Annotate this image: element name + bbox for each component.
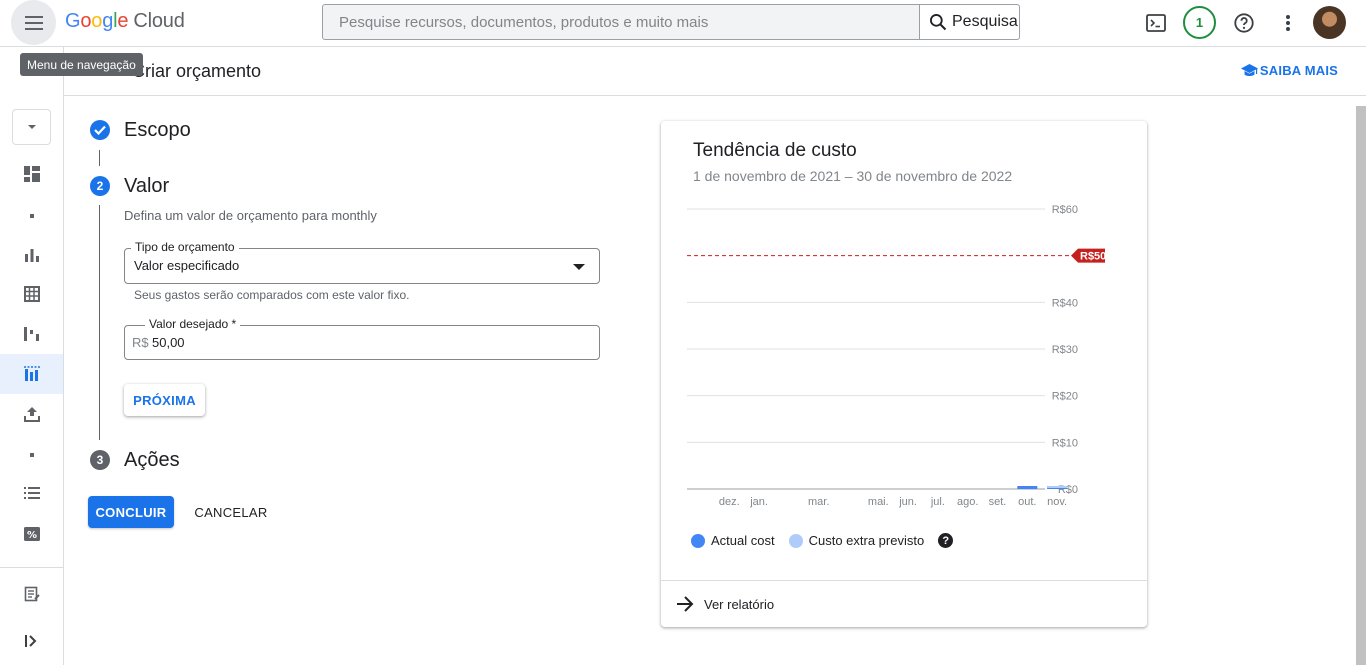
step-completed-check-icon <box>90 120 110 140</box>
discount-icon[interactable]: % <box>18 520 46 548</box>
dot-icon[interactable] <box>18 441 46 469</box>
search-input[interactable] <box>323 5 919 39</box>
left-rail: % <box>0 47 64 665</box>
budget-type-value: Valor especificado <box>134 258 240 273</box>
legend-actual[interactable]: Actual cost <box>691 533 775 548</box>
target-amount-value[interactable]: 50,00 <box>152 335 185 350</box>
svg-text:%: % <box>27 530 37 541</box>
budget-line-label: R$50 <box>1080 251 1106 263</box>
search-icon <box>930 14 947 31</box>
finish-button[interactable]: CONCLUIR <box>88 496 174 528</box>
view-report-link[interactable]: Ver relatório <box>661 580 1147 627</box>
dot-icon[interactable] <box>18 202 46 230</box>
currency-prefix: R$ <box>132 335 149 350</box>
search-button-label: Pesquisa <box>952 13 1018 30</box>
avatar[interactable] <box>1313 6 1346 39</box>
legend-forecast-label: Custo extra previsto <box>808 533 925 548</box>
budget-type-label: Tipo de orçamento <box>131 240 239 254</box>
learn-more-label: SAIBA MAIS <box>1259 63 1338 78</box>
x-tick-label: ago. <box>957 496 978 508</box>
step-scope-title[interactable]: Escopo <box>124 119 191 142</box>
cost-trend-card: Tendência de custo 1 de novembro de 2021… <box>661 121 1147 627</box>
legend-actual-label: Actual cost <box>711 533 775 548</box>
notifications-badge[interactable]: 1 <box>1183 6 1216 39</box>
table-icon[interactable] <box>18 280 46 308</box>
y-tick-label: R$20 <box>1052 391 1078 403</box>
list-icon[interactable] <box>18 479 46 507</box>
legend-actual-swatch <box>691 533 705 548</box>
help-icon[interactable]: ? <box>938 533 954 548</box>
step-description: Defina um valor de orçamento para monthl… <box>124 208 377 223</box>
next-button[interactable]: PRÓXIMA <box>124 384 205 416</box>
top-bar: GoogleCloud Pesquisa 1 <box>0 0 1366 47</box>
x-tick-label: dez. <box>719 496 740 508</box>
bar-actual-cost <box>1017 486 1038 489</box>
search-button[interactable]: Pesquisa <box>919 5 1019 39</box>
school-icon <box>1240 63 1258 76</box>
x-tick-label: jan. <box>749 496 768 508</box>
bar-forecast-cost <box>1047 486 1068 488</box>
step-actions-title[interactable]: Ações <box>124 449 180 472</box>
page-title: Criar orçamento <box>132 61 262 81</box>
chevron-down-icon <box>27 125 36 129</box>
arrow-forward-icon <box>677 596 694 612</box>
dropdown-arrow-icon <box>573 264 585 270</box>
page-header: Criar orçamento SAIBA MAIS <box>64 47 1366 96</box>
step-number-badge: 2 <box>90 176 110 196</box>
google-cloud-logo[interactable]: Google Cloud <box>65 10 185 33</box>
budgets-icon[interactable] <box>18 360 46 388</box>
y-tick-label: R$60 <box>1052 204 1078 216</box>
help-icon[interactable] <box>1228 7 1260 39</box>
y-tick-label: R$10 <box>1052 437 1078 449</box>
y-tick-label: R$30 <box>1052 344 1078 356</box>
budget-type-select[interactable]: Tipo de orçamento Valor especificado <box>124 240 600 284</box>
cancel-button[interactable]: CANCELAR <box>188 496 274 528</box>
export-icon[interactable] <box>18 400 46 428</box>
x-tick-label: nov. <box>1047 496 1067 508</box>
page-scrollbar[interactable] <box>1356 106 1366 665</box>
x-tick-label: out. <box>1018 496 1036 508</box>
menu-icon[interactable] <box>11 0 56 45</box>
budget-type-hint: Seus gastos serão comparados com este va… <box>134 288 410 302</box>
step-connector <box>99 205 100 440</box>
y-tick-label: R$40 <box>1052 297 1078 309</box>
view-report-label: Ver relatório <box>704 596 775 612</box>
more-vert-icon[interactable] <box>1272 7 1304 39</box>
x-tick-label: set. <box>989 496 1007 508</box>
legend-forecast[interactable]: Custo extra previsto <box>788 533 925 548</box>
expand-rail-icon[interactable] <box>18 627 46 655</box>
target-amount-label: Valor desejado * <box>145 317 241 331</box>
x-tick-label: jul. <box>930 496 945 508</box>
search-bar: Pesquisa <box>322 4 1020 40</box>
y-tick-label: R$0 <box>1058 484 1078 496</box>
cost-breakdown-icon[interactable] <box>18 320 46 348</box>
cost-trend-chart: R$0 R$10 R$20 R$30 R$40 R$60 R$50 dez. jan. mar. m… <box>687 204 1106 508</box>
x-tick-label: mai. <box>868 496 889 508</box>
release-notes-icon[interactable] <box>18 580 46 608</box>
learn-more-link[interactable]: SAIBA MAIS <box>1240 63 1338 78</box>
cloud-shell-icon[interactable] <box>1140 7 1172 39</box>
legend-forecast-swatch <box>788 533 803 548</box>
target-amount-field[interactable]: Valor desejado * R$ 50,00 <box>124 317 600 360</box>
menu-tooltip: Menu de navegação <box>20 53 143 76</box>
reports-icon[interactable] <box>18 241 46 269</box>
step-amount-title: Valor <box>124 175 170 197</box>
dashboard-icon[interactable] <box>18 160 46 188</box>
x-tick-label: mar. <box>808 496 829 508</box>
rail-divider <box>0 567 63 568</box>
x-tick-label: jun. <box>898 496 917 508</box>
project-selector[interactable] <box>12 109 51 145</box>
chart-legend: Actual cost Custo extra previsto ? <box>691 533 954 548</box>
step-number-badge: 3 <box>90 450 110 470</box>
step-connector <box>99 150 100 166</box>
